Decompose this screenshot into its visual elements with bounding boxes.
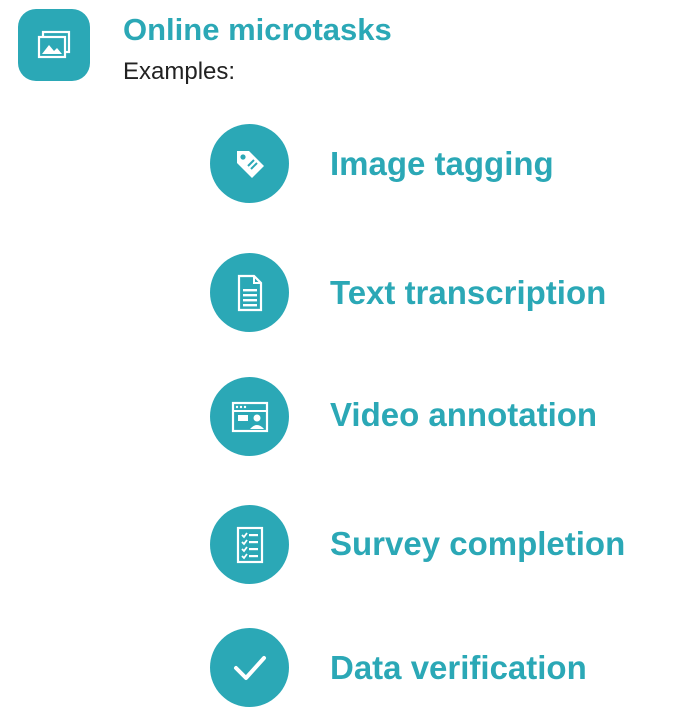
item-icon-badge (210, 377, 289, 456)
page-subtitle: Examples: (123, 58, 236, 85)
item-icon-badge (210, 628, 289, 707)
image-gallery-icon (37, 30, 71, 60)
item-label-survey-completion: Survey completion (330, 525, 626, 562)
checkmark-icon (232, 654, 268, 682)
item-label-data-verification: Data verification (330, 649, 587, 686)
item-icon-badge (210, 253, 289, 332)
header-icon-badge (18, 9, 90, 81)
item-label-image-tagging: Image tagging (330, 145, 554, 182)
tag-icon (231, 145, 269, 183)
page-title: Online microtasks (123, 12, 392, 47)
video-window-icon (231, 401, 269, 433)
document-icon (235, 274, 265, 312)
item-label-text-transcription: Text transcription (330, 274, 607, 311)
checklist-icon (236, 526, 264, 564)
item-label-video-annotation: Video annotation (330, 396, 598, 433)
item-icon-badge (210, 505, 289, 584)
item-icon-badge (210, 124, 289, 203)
